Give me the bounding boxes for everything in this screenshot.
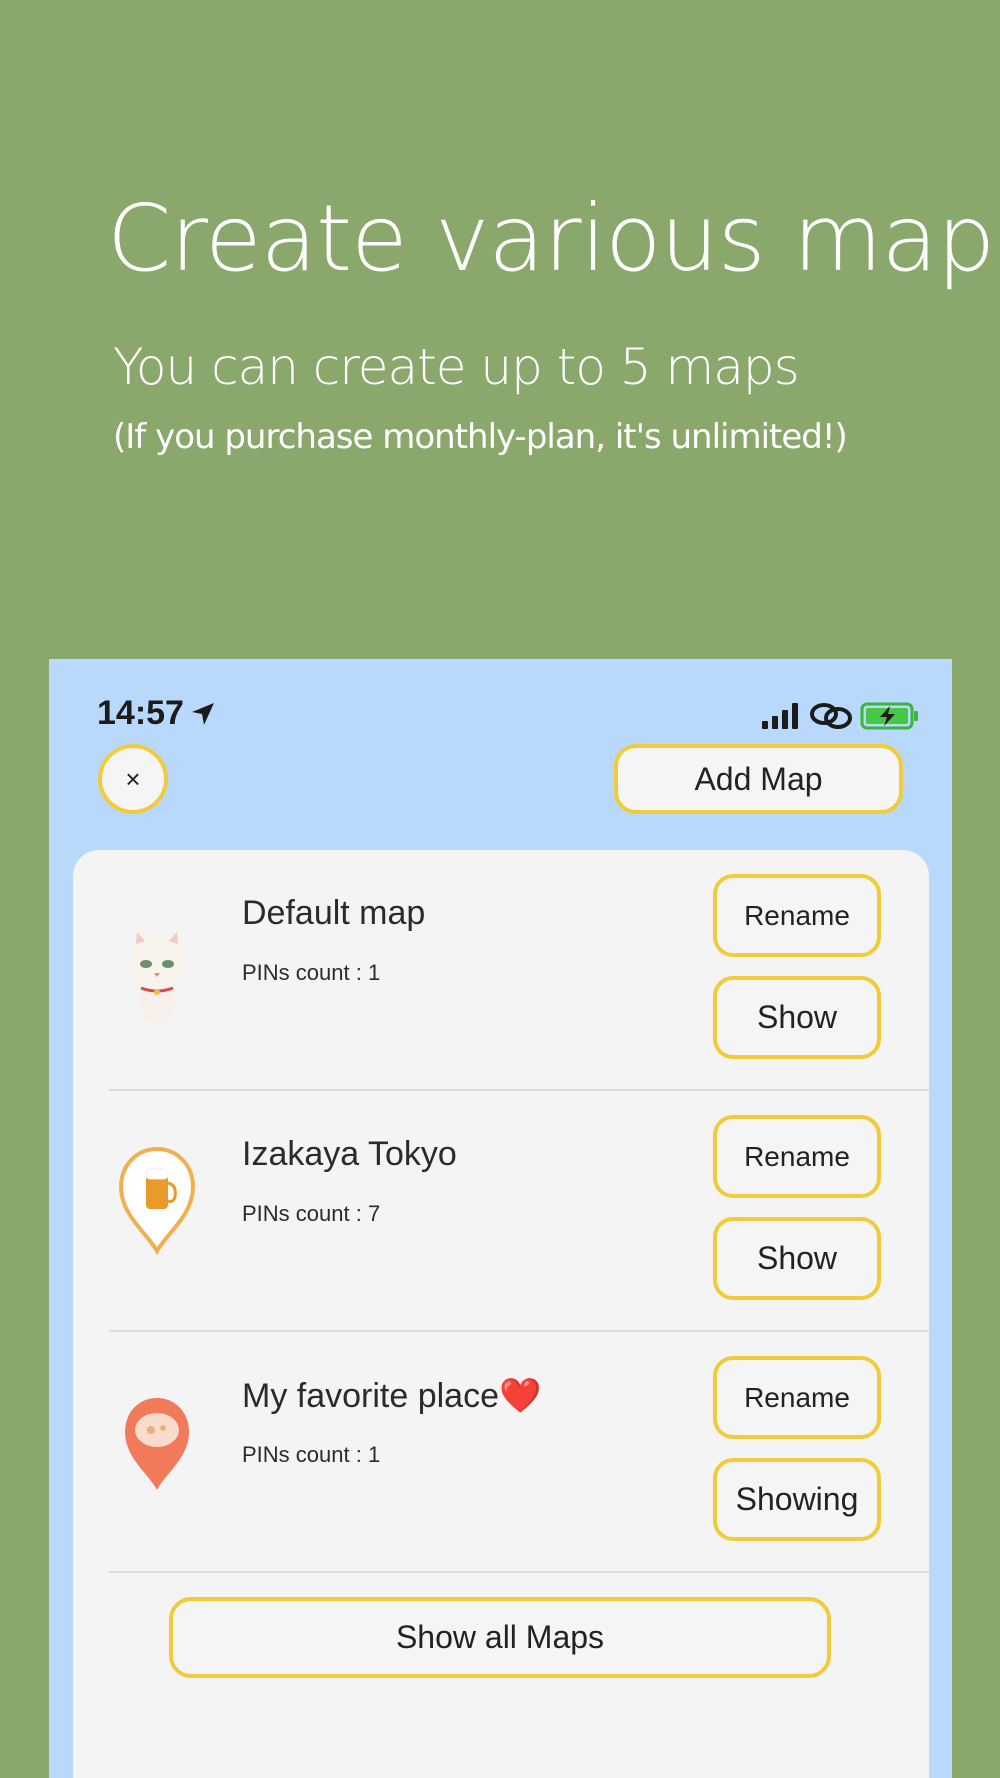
map-name: Default map	[242, 894, 426, 932]
location-arrow-icon	[191, 702, 214, 725]
show-button[interactable]: Show	[713, 1217, 881, 1300]
food-pin-icon	[125, 1398, 189, 1490]
pins-count: PINs count : 1	[242, 1442, 381, 1467]
divider	[109, 1571, 929, 1573]
showing-button[interactable]: Showing	[713, 1458, 881, 1541]
pins-count: PINs count : 7	[242, 1201, 381, 1226]
show-all-maps-button[interactable]: Show all Maps	[169, 1597, 831, 1678]
rename-button[interactable]: Rename	[713, 874, 881, 957]
list-item: My favorite place❤️ PINs count : 1 Renam…	[73, 1332, 929, 1573]
show-button[interactable]: Show	[713, 976, 881, 1059]
promo-subtitle: You can create up to 5 maps	[113, 338, 800, 396]
link-icon	[810, 703, 852, 729]
status-time: 14:57	[97, 694, 184, 732]
status-time-group: 14:57	[97, 694, 216, 733]
rename-button[interactable]: Rename	[713, 1115, 881, 1198]
map-name: Izakaya Tokyo	[242, 1135, 457, 1173]
signal-icon	[762, 703, 798, 729]
status-icons	[762, 701, 920, 731]
add-map-button[interactable]: Add Map	[614, 744, 903, 814]
list-item: Default map PINs count : 1 Rename Show	[73, 850, 929, 1091]
maps-list-card: Default map PINs count : 1 Rename Show I…	[73, 850, 929, 1778]
phone-screen: 14:57 × Add Map Default map PINs count:…	[49, 659, 952, 1778]
battery-charging-icon	[860, 702, 918, 730]
cat-icon	[129, 926, 185, 1024]
list-item: Izakaya Tokyo PINs count : 7 Rename Show	[73, 1091, 929, 1332]
promo-note: (If you purchase monthly-plan, it's unli…	[113, 417, 848, 457]
rename-button[interactable]: Rename	[713, 1356, 881, 1439]
close-icon: ×	[125, 763, 141, 794]
pins-count: PINs count : 1	[242, 960, 381, 985]
beer-pin-icon	[118, 1146, 196, 1255]
promo-title: Create various maps	[107, 185, 1000, 292]
close-button[interactable]: ×	[98, 744, 168, 814]
map-name: My favorite place❤️	[242, 1377, 542, 1415]
